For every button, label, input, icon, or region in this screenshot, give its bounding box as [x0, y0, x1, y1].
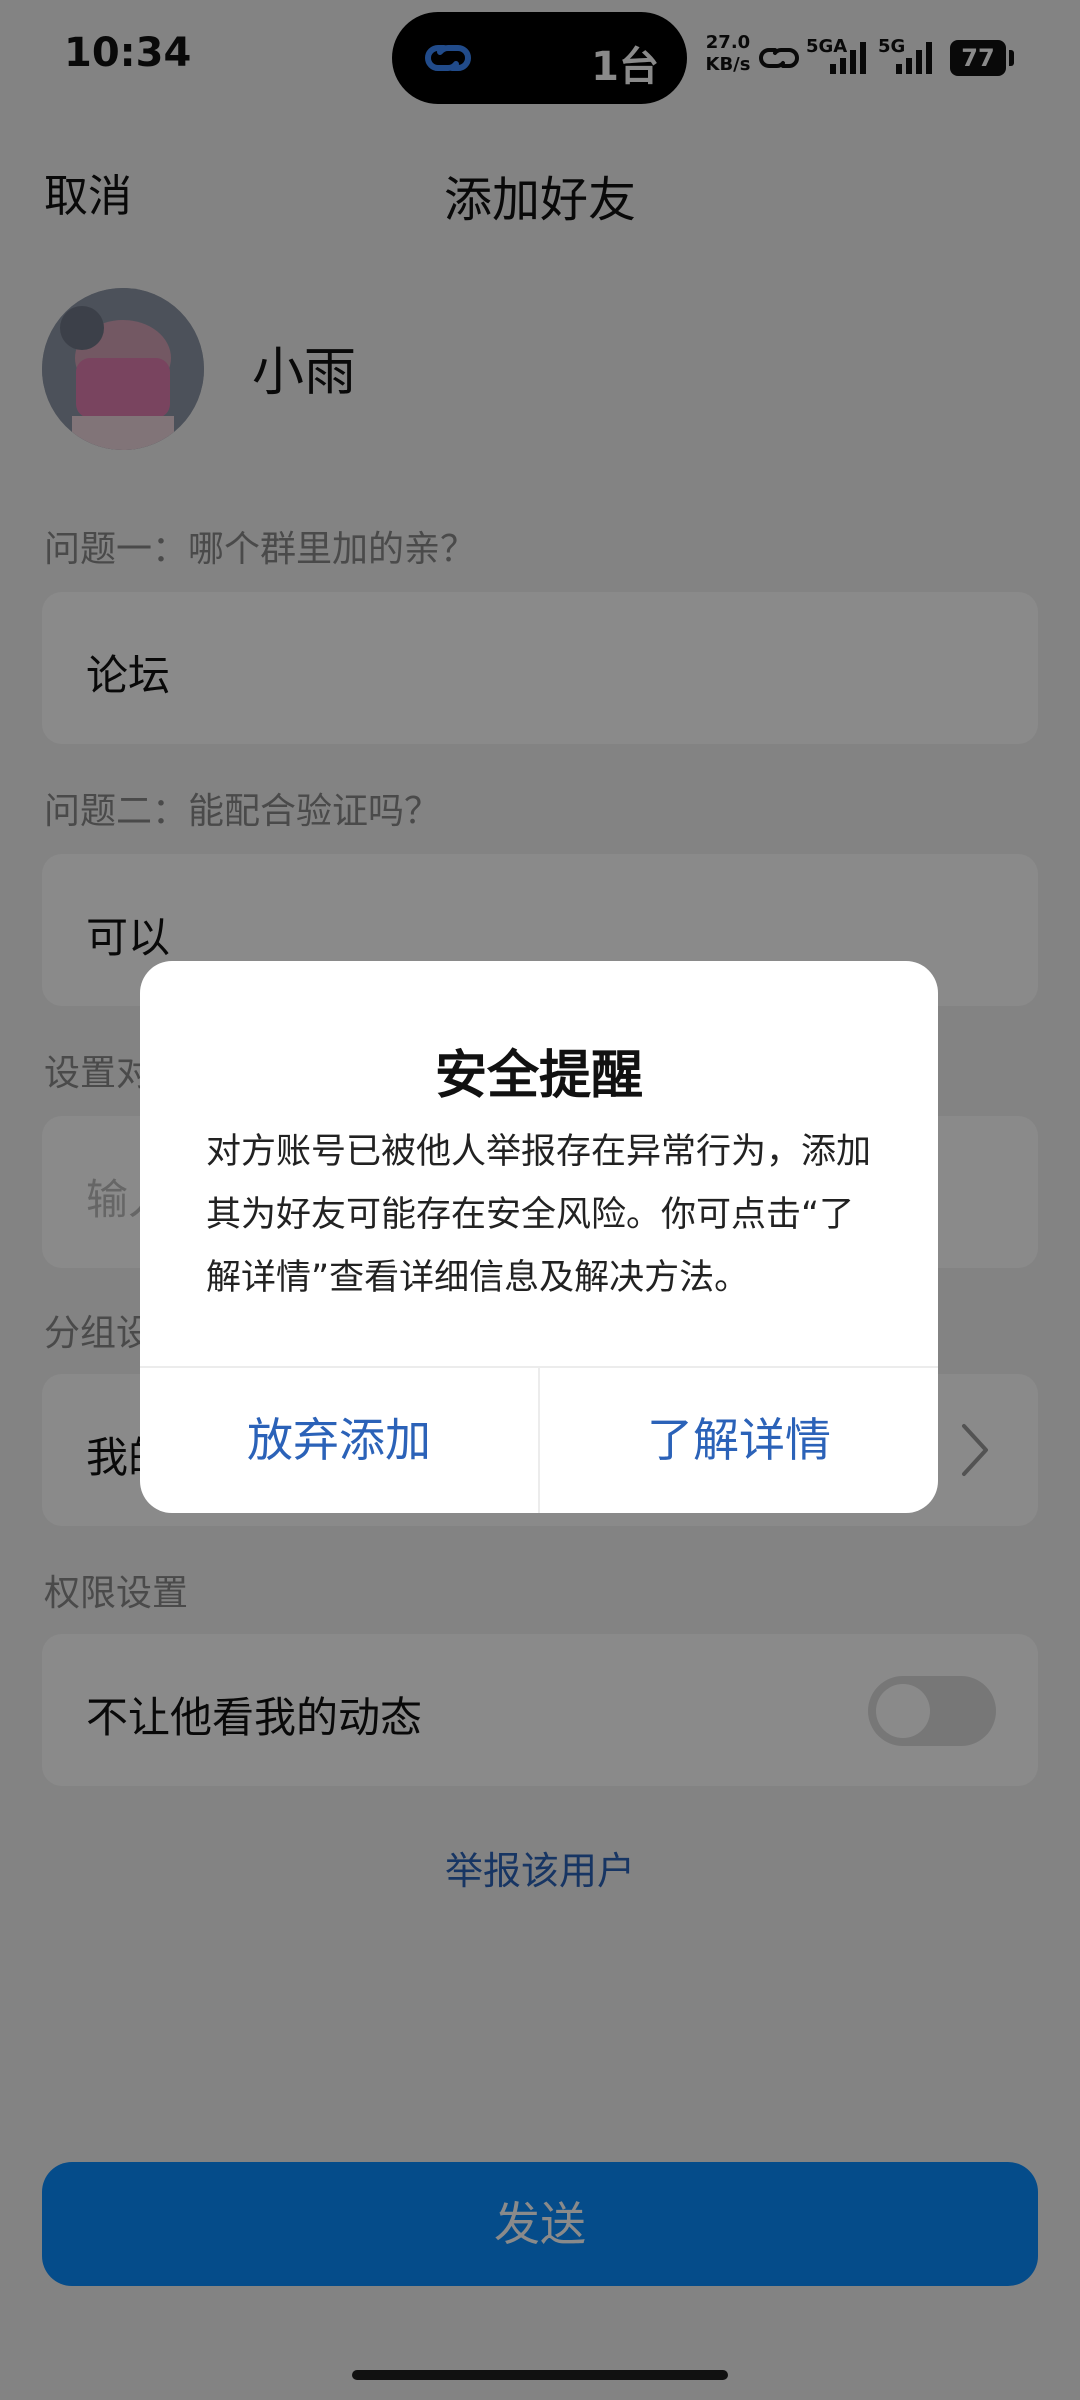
add-friend-screen: 10:34 1台 27.0 KB/s 5GA 5G 77 添加好友 取消 小雨 … — [0, 0, 1080, 2400]
dialog-message: 对方账号已被他人举报存在异常行为，添加其为好友可能存在安全风险。你可点击“了解详… — [206, 1132, 872, 1298]
dialog-title: 安全提醒 — [434, 1046, 643, 1106]
learn-details-button[interactable]: 了解详情 — [540, 1368, 938, 1513]
security-alert-dialog: 安全提醒 对方账号已被他人举报存在异常行为，添加其为好友可能存在安全风险。你可点… — [140, 961, 938, 1513]
abandon-add-button[interactable]: 放弃添加 — [140, 1368, 538, 1513]
home-indicator[interactable] — [352, 2370, 728, 2380]
